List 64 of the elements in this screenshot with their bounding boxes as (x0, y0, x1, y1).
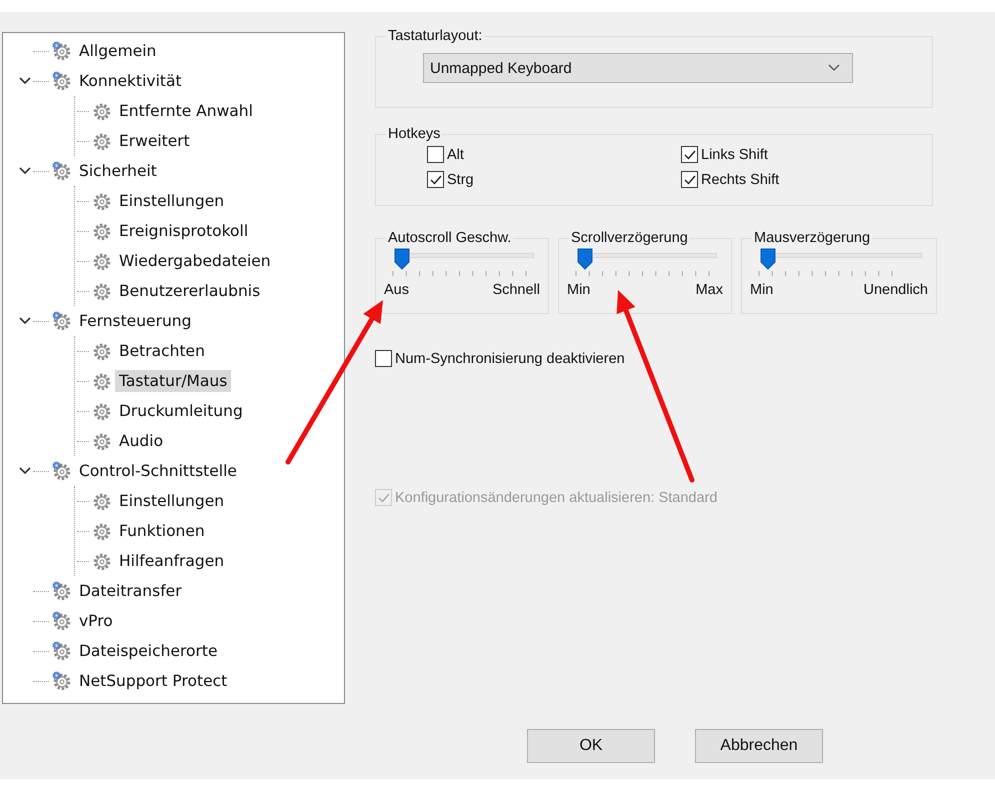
dropdown-chevron-icon (828, 64, 840, 72)
slider-max-label: Unendlich (864, 282, 928, 298)
tree-item[interactable]: Benutzererlaubnis (115, 280, 264, 302)
gear-icon (51, 670, 73, 692)
checkbox-label: Rechts Shift (701, 172, 780, 188)
collapse-chevron-icon[interactable] (19, 317, 31, 325)
gear-icon (51, 640, 73, 662)
checkbox[interactable] (427, 171, 444, 188)
checkbox-label: Alt (447, 146, 464, 162)
tree-item[interactable]: Control-Schnittstelle (75, 460, 241, 482)
tree-item[interactable]: Wiedergabedateien (115, 250, 275, 272)
gear-icon (51, 580, 73, 602)
tree-item[interactable]: Audio (115, 430, 168, 452)
tree-item[interactable]: NetSupport Protect (75, 670, 232, 692)
group-label: Mausverzögerung (753, 230, 872, 246)
group-label: Scrollverzögerung (570, 230, 689, 246)
checkbox[interactable] (427, 146, 444, 163)
collapse-chevron-icon[interactable] (19, 167, 31, 175)
tree-item[interactable]: Betrachten (115, 340, 209, 362)
tree-item[interactable]: Allgemein (75, 40, 160, 62)
checkbox[interactable] (375, 350, 392, 367)
tree-item[interactable]: Fernsteuerung (75, 310, 196, 332)
tree-item[interactable]: Hilfeanfragen (115, 550, 228, 572)
dialog-button[interactable]: Abbrechen (695, 729, 823, 763)
tree-item[interactable]: Einstellungen (115, 190, 228, 212)
collapse-chevron-icon[interactable] (19, 77, 31, 85)
tree-item[interactable]: Ereignisprotokoll (115, 220, 252, 242)
dialog-button[interactable]: OK (527, 729, 655, 763)
checkbox[interactable] (681, 146, 698, 163)
tree-item[interactable]: Funktionen (115, 520, 209, 542)
group-label: Tastaturlayout: (387, 28, 484, 44)
slider-max-label: Max (696, 282, 723, 298)
checkbox-label: Konfigurationsänderungen aktualisieren: Standard (395, 490, 718, 506)
checkbox[interactable] (681, 171, 698, 188)
slider-max-label: Schnell (492, 282, 540, 298)
layout-dropdown[interactable]: Unmapped Keyboard (423, 53, 853, 83)
slider-min-label: Min (567, 282, 590, 298)
tree-item[interactable]: Tastatur/Maus (115, 370, 232, 392)
tree-item[interactable]: vPro (75, 610, 117, 632)
slider-thumb[interactable] (394, 248, 410, 270)
tree-item[interactable]: Einstellungen (115, 490, 228, 512)
collapse-chevron-icon[interactable] (19, 467, 31, 475)
slider-min-label: Min (750, 282, 774, 298)
tree-item[interactable]: Sicherheit (75, 160, 161, 182)
tree-item[interactable]: Dateitransfer (75, 580, 186, 602)
slider-thumb[interactable] (577, 248, 593, 270)
slider-min-label: Aus (384, 282, 409, 298)
gear-icon (51, 460, 73, 482)
gear-icon (51, 40, 73, 62)
tree-item[interactable]: Konnektivität (75, 70, 186, 92)
gear-icon (51, 70, 73, 92)
group-label: Autoscroll Geschw. (387, 230, 512, 246)
gear-icon (51, 310, 73, 332)
gear-icon (51, 610, 73, 632)
gear-icon (51, 160, 73, 182)
tree-item[interactable]: Entfernte Anwahl (115, 100, 257, 122)
tree-item[interactable]: Dateispeicherorte (75, 640, 222, 662)
checkbox-label: Strg (447, 172, 474, 188)
tree-item[interactable]: Druckumleitung (115, 400, 247, 422)
slider-thumb[interactable] (760, 248, 776, 270)
checkbox-label: Links Shift (701, 146, 768, 162)
group-label: Hotkeys (387, 126, 442, 142)
tree-item[interactable]: Erweitert (115, 130, 194, 152)
checkbox-label: Num-Synchronisierung deaktivieren (395, 350, 625, 366)
